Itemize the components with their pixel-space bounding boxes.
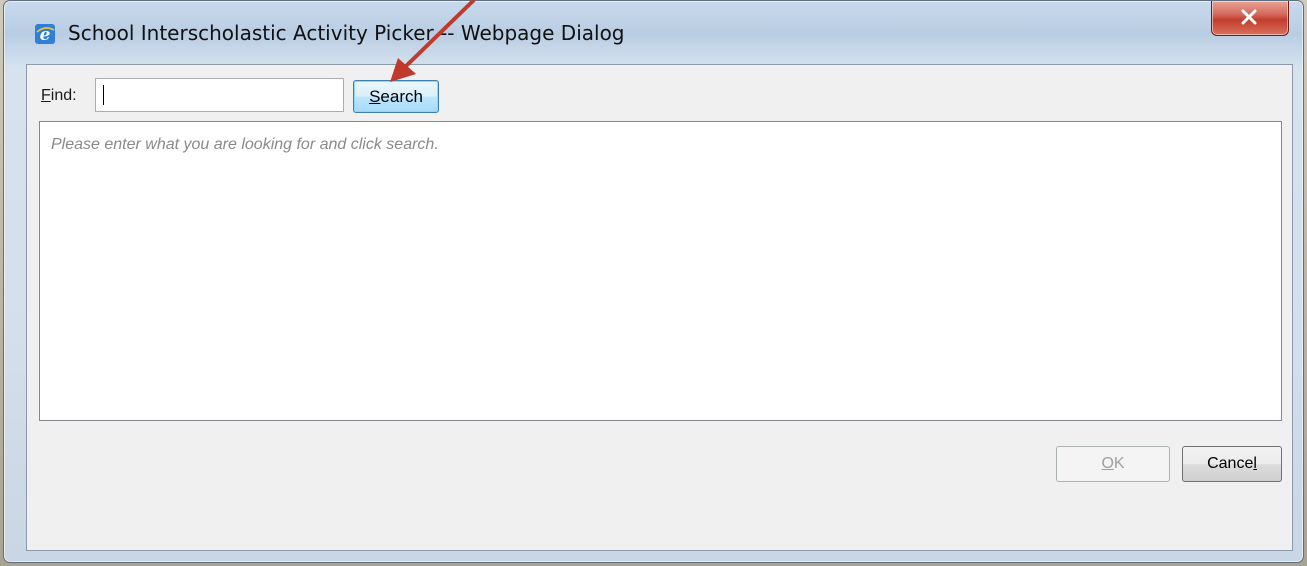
- dialog-window: e School Interscholastic Activity Picker…: [3, 0, 1304, 563]
- ok-button-accesskey: O: [1101, 455, 1114, 472]
- find-label: Find:: [41, 87, 77, 105]
- close-x-icon: [1241, 9, 1257, 25]
- search-button[interactable]: Search: [353, 80, 439, 113]
- search-button-accesskey: S: [369, 87, 381, 106]
- results-list[interactable]: Please enter what you are looking for an…: [39, 121, 1282, 421]
- title-bar[interactable]: e School Interscholastic Activity Picker…: [4, 1, 1303, 61]
- text-caret: [103, 85, 104, 105]
- cancel-button[interactable]: Cancel: [1182, 446, 1282, 482]
- results-placeholder-message: Please enter what you are looking for an…: [51, 136, 439, 153]
- cancel-button-accesskey: l: [1253, 455, 1257, 472]
- dialog-body: Find: Search Please enter what you are l…: [26, 64, 1293, 551]
- ok-button-label: K: [1113, 455, 1125, 472]
- internet-explorer-icon: e: [34, 23, 56, 45]
- close-button[interactable]: [1211, 1, 1289, 36]
- ok-button[interactable]: OK: [1056, 446, 1170, 482]
- dialog-title: School Interscholastic Activity Picker -…: [68, 21, 625, 45]
- cancel-button-label: Cance: [1207, 455, 1254, 472]
- find-label-text: ind:: [50, 87, 77, 104]
- find-label-accesskey: F: [41, 87, 51, 104]
- search-button-label: earch: [380, 87, 423, 106]
- find-input[interactable]: [95, 78, 344, 112]
